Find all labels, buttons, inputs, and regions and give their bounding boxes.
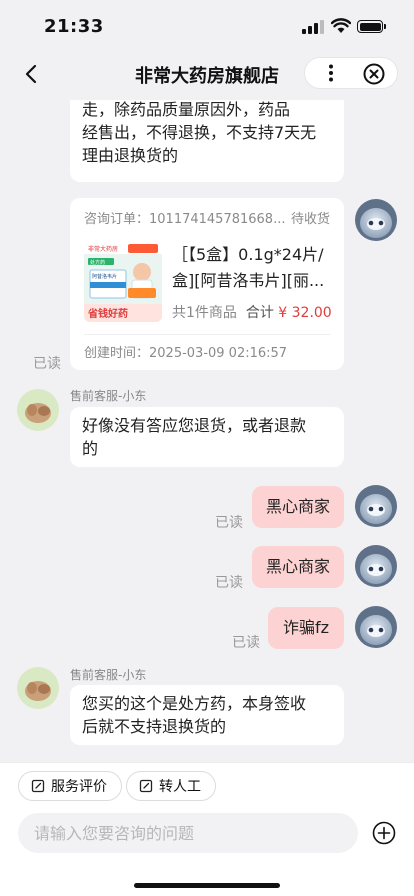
transfer-human-label: 转人工 — [159, 779, 201, 795]
message-line: 您买的这个是处方药，本身签收 — [82, 694, 307, 713]
wifi-icon — [331, 18, 351, 33]
battery-icon — [357, 20, 386, 33]
agent-avatar[interactable] — [17, 667, 59, 709]
service-rating-label: 服务评价 — [51, 779, 107, 795]
message-input[interactable] — [18, 813, 358, 853]
user-avatar[interactable] — [355, 485, 397, 527]
agent-message-partial: 走，除药品质量原因外，药品 经售出，不得退换，不支持7天无 理由退换货的 — [70, 100, 344, 182]
message-line: 好像没有答应您退货，或者退款 — [82, 416, 307, 435]
user-avatar[interactable] — [355, 199, 397, 241]
read-receipt: 已读 — [232, 635, 260, 651]
thumb-name: 阿昔洛韦片 — [92, 273, 117, 280]
message-line: 后就不支持退换货的 — [82, 717, 227, 736]
agent-avatar[interactable] — [17, 389, 59, 431]
input-area: 服务评价 转人工 — [0, 762, 414, 896]
agent-message: 好像没有答应您退货，或者退款 的 — [70, 407, 344, 467]
thumb-brand: 非常大药房 — [88, 245, 118, 253]
chat-area[interactable]: 走，除药品质量原因外，药品 经售出，不得退换，不支持7天无 理由退换货的 咨询订… — [0, 100, 414, 762]
home-indicator — [134, 883, 280, 888]
edit-icon — [31, 779, 45, 793]
order-summary: 共1件商品 合计 ¥ 32.00 — [172, 305, 332, 321]
order-created-time: 创建时间：2025-03-09 02:16:57 — [84, 346, 288, 361]
divider — [84, 334, 330, 335]
order-status: 待收货 — [290, 212, 330, 227]
close-icon[interactable] — [363, 63, 385, 85]
more-options-icon[interactable] — [321, 63, 341, 83]
mini-program-capsule — [304, 57, 398, 89]
read-receipt: 已读 — [215, 515, 243, 531]
product-name: ［【5盒】0.1g*24片/ 盒][阿昔洛韦片][丽... — [172, 245, 325, 290]
order-card[interactable]: 咨询订单：101174145781668... 待收货 非常大药房 处方药 阿昔… — [70, 198, 344, 370]
message-line: 经售出，不得退换，不支持7天无 — [82, 123, 317, 142]
message-line: 理由退换货的 — [82, 146, 179, 165]
plus-icon[interactable] — [372, 821, 396, 845]
agent-name: 售前客服-小东 — [70, 389, 147, 403]
transfer-human-button[interactable]: 转人工 — [126, 771, 216, 801]
service-rating-button[interactable]: 服务评价 — [18, 771, 122, 801]
product-image: 非常大药房 处方药 阿昔洛韦片 省钱好药 — [84, 242, 162, 322]
status-time: 21:33 — [44, 16, 104, 37]
user-avatar[interactable] — [355, 545, 397, 587]
read-receipt: 已读 — [33, 356, 61, 372]
thumb-banner: 省钱好药 — [87, 307, 128, 320]
user-message: 诈骗fz — [268, 607, 344, 649]
order-number: 咨询订单：101174145781668... — [84, 212, 286, 227]
message-line: 的 — [82, 439, 99, 458]
read-receipt: 已读 — [215, 575, 243, 591]
status-bar: 21:33 — [0, 0, 414, 48]
thumb-badge: 处方药 — [90, 259, 105, 266]
user-message: 黑心商家 — [252, 486, 344, 528]
user-message: 黑心商家 — [252, 546, 344, 588]
order-total: ¥ 32.00 — [278, 305, 332, 321]
nav-bar: 非常大药房旗舰店 — [0, 48, 414, 100]
cellular-signal-icon — [302, 20, 324, 34]
agent-name: 售前客服-小东 — [70, 668, 147, 682]
message-line: 走，除药品质量原因外，药品 — [82, 100, 291, 119]
edit-icon — [139, 779, 153, 793]
user-avatar[interactable] — [355, 606, 397, 648]
agent-message: 您买的这个是处方药，本身签收 后就不支持退换货的 — [70, 685, 344, 745]
